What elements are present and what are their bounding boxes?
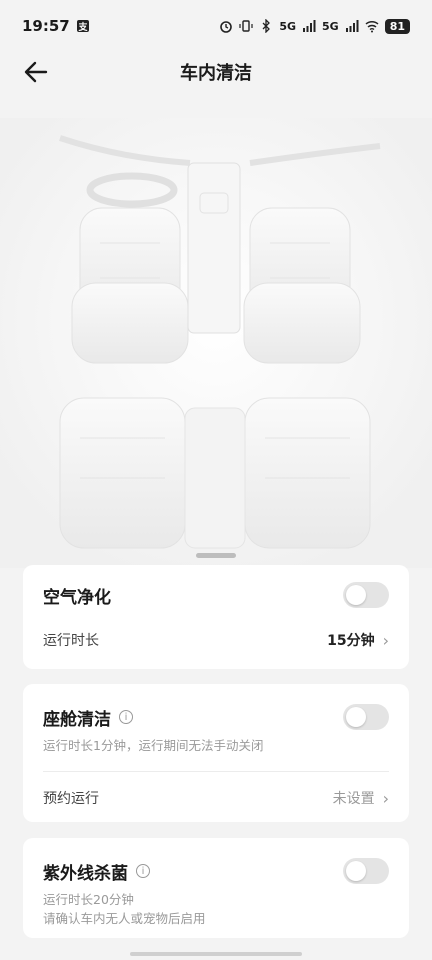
drag-handle[interactable]	[196, 553, 236, 558]
network-1-label: 5G	[279, 19, 296, 33]
cabin-cleaning-title: 座舱清洁	[43, 709, 111, 730]
air-purification-toggle[interactable]	[343, 582, 389, 608]
clock: 19:57	[22, 17, 70, 35]
app-notification-icon: 支	[76, 20, 89, 33]
page-title: 车内清洁	[180, 63, 252, 84]
front-right-seat	[243, 207, 361, 364]
vibrate-icon	[239, 20, 253, 32]
uv-desc-warning: 请确认车内无人或宠物后启用	[43, 911, 206, 926]
schedule-label: 预约运行	[43, 791, 99, 807]
uv-toggle[interactable]	[343, 858, 389, 884]
uv-desc-duration: 运行时长20分钟	[43, 892, 134, 907]
car-interior-illustration	[0, 118, 432, 568]
alarm-icon	[220, 21, 233, 33]
rear-left-seat	[59, 397, 186, 549]
rear-right-seat	[244, 397, 371, 549]
cabin-cleaning-desc: 运行时长1分钟，运行期间无法手动关闭	[43, 738, 264, 753]
front-left-seat	[71, 207, 189, 364]
cabin-cleaning-card: 座舱清洁 i 运行时长1分钟，运行期间无法手动关闭 预约运行 未设置 ›	[23, 684, 409, 822]
chevron-right-icon: ›	[382, 788, 389, 808]
status-bar: 19:57 支 5G 5G 81	[0, 0, 432, 52]
air-purification-card: 空气净化 运行时长 15分钟 ›	[23, 565, 409, 669]
header: 车内清洁	[0, 52, 432, 92]
bluetooth-icon	[262, 19, 271, 33]
back-arrow-icon[interactable]	[22, 58, 50, 86]
signal-2-icon	[345, 20, 359, 32]
signal-1-icon	[303, 20, 316, 32]
cabin-cleaning-toggle[interactable]	[343, 704, 389, 730]
uv-sterilization-card: 紫外线杀菌 i 运行时长20分钟 请确认车内无人或宠物后启用	[23, 838, 409, 938]
svg-text:支: 支	[77, 21, 88, 33]
info-icon[interactable]: i	[136, 864, 150, 878]
home-indicator[interactable]	[130, 952, 302, 956]
air-duration-row[interactable]: 运行时长 15分钟 ›	[43, 625, 389, 655]
schedule-value: 未设置	[332, 791, 375, 807]
chevron-right-icon: ›	[382, 630, 389, 650]
uv-title: 紫外线杀菌	[43, 863, 128, 884]
air-purification-title: 空气净化	[43, 587, 111, 608]
air-duration-value: 15分钟	[327, 633, 375, 649]
info-icon[interactable]: i	[119, 710, 133, 724]
wifi-icon	[365, 20, 379, 33]
air-duration-label: 运行时长	[43, 633, 99, 649]
schedule-row[interactable]: 预约运行 未设置 ›	[43, 772, 389, 824]
network-2-label: 5G	[322, 19, 339, 33]
battery-indicator: 81	[384, 18, 410, 34]
